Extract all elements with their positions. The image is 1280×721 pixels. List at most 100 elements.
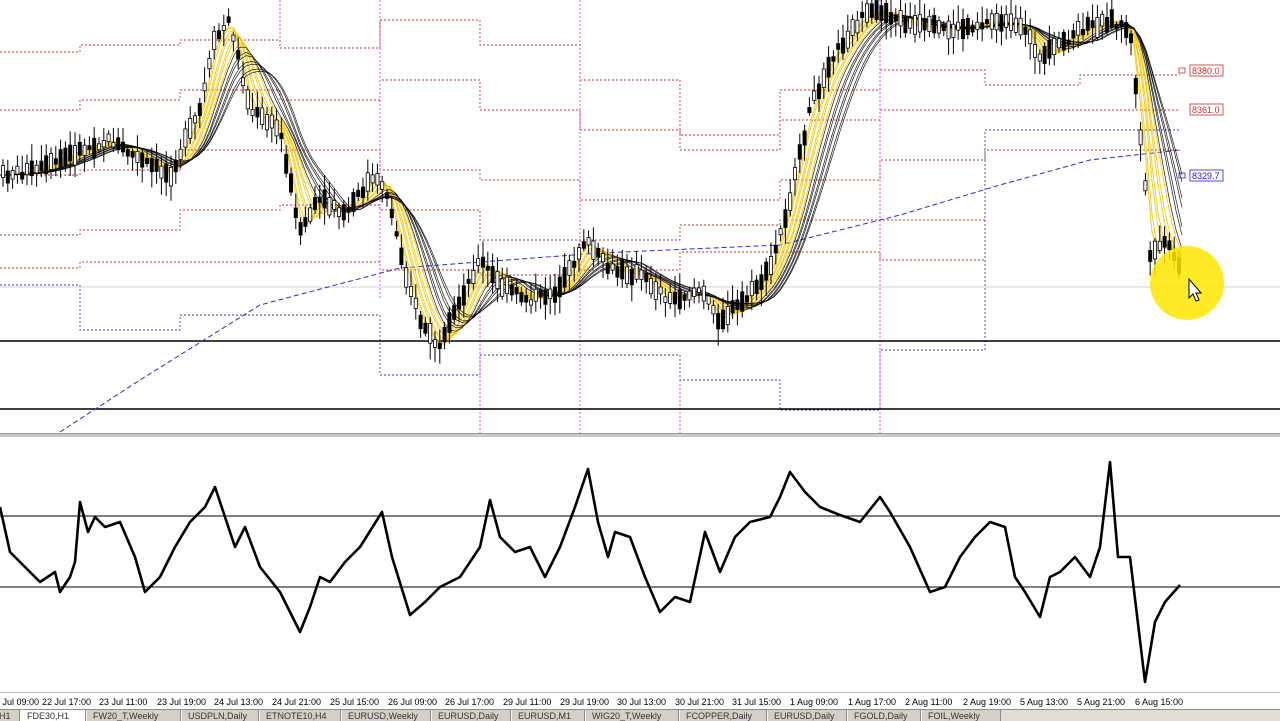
candle-body <box>807 107 812 113</box>
candle-body <box>351 192 356 213</box>
candle-body <box>797 144 802 160</box>
chart-tab[interactable]: EURUSD,Daily <box>767 710 847 721</box>
candle-body <box>730 300 735 314</box>
candle-body <box>821 68 826 88</box>
price-label-8329[interactable]: 8329.7 <box>1178 169 1224 182</box>
candle-body <box>946 20 951 40</box>
candle-body <box>20 171 25 180</box>
candle-body <box>255 107 260 118</box>
chart-tab[interactable]: ETNOTE10,H4 <box>259 710 341 721</box>
candle-body <box>380 181 385 190</box>
candle-body <box>831 56 836 62</box>
chart-tab[interactable]: USDPLN,Daily <box>181 710 259 721</box>
chart-tab[interactable]: EURUSD,Daily <box>431 710 511 721</box>
pivot-line <box>0 149 1180 201</box>
candle-body <box>197 103 202 117</box>
candle-body <box>1028 29 1033 45</box>
candle-body <box>87 145 92 150</box>
candle-body <box>913 14 918 35</box>
time-label: 1 Aug 17:00 <box>848 697 897 707</box>
candle-body <box>418 314 423 330</box>
chart-tab[interactable]: FGOLD,Daily <box>847 710 921 721</box>
candle-body <box>442 326 447 343</box>
candle-body <box>332 200 337 210</box>
candle-body <box>625 266 630 284</box>
candle-body <box>370 174 375 184</box>
candle-body <box>601 253 606 263</box>
price-chart[interactable]: 8380.0 8361.0 8329.7 <box>0 0 1280 436</box>
candle-body <box>692 287 697 298</box>
candle-body <box>1047 39 1052 59</box>
price-label-8380[interactable]: 8380.0 <box>1178 64 1224 77</box>
candle-body <box>682 294 687 301</box>
candle-body <box>697 287 702 293</box>
candle-body <box>908 17 913 29</box>
chart-tab[interactable]: EURUSD,M1 <box>511 710 585 721</box>
candle-body <box>188 118 193 139</box>
candle-body <box>769 256 774 276</box>
candle-body <box>293 207 298 219</box>
candle-body <box>937 20 942 34</box>
candle-body <box>639 269 644 281</box>
price-label-8361[interactable]: 8361.0 <box>1189 103 1224 116</box>
candle-body <box>812 90 817 101</box>
candle-body <box>269 114 274 129</box>
candle-body <box>514 286 519 295</box>
candle-body <box>231 34 236 42</box>
chart-tab[interactable]: WIG20_T,Weekly <box>585 710 679 721</box>
candle-body <box>1052 37 1057 55</box>
chart-tab[interactable]: FOIL,Weekly <box>921 710 1001 721</box>
candle-body <box>826 56 831 78</box>
chart-tab-active[interactable]: FDE30,H1 <box>20 710 86 721</box>
candle-body <box>1119 20 1124 28</box>
ribbon-ma-line <box>0 10 1183 346</box>
candle-body <box>548 288 553 300</box>
time-label: 24 Jul 13:00 <box>214 697 264 707</box>
candle-body <box>1057 38 1062 49</box>
candle-body <box>956 21 961 31</box>
chart-tab[interactable]: EURUSD,Weekly <box>341 710 431 721</box>
candle-body <box>860 11 865 19</box>
candle-body <box>53 158 58 165</box>
candle-body <box>82 144 87 156</box>
candle-body <box>264 114 269 131</box>
candle-body <box>965 17 970 36</box>
time-label: 30 Jul 21:00 <box>675 697 725 707</box>
candle-body <box>653 281 658 300</box>
candle-body <box>29 160 34 177</box>
candle-body <box>461 285 466 306</box>
chart-tab[interactable]: FW20_T,Weekly <box>86 710 181 721</box>
candle-body <box>1105 16 1110 33</box>
candle-body <box>663 296 668 303</box>
candle-body <box>154 158 159 172</box>
candle-body <box>221 24 226 31</box>
candle-body <box>236 50 241 60</box>
candle-body <box>893 14 898 22</box>
candle-body <box>308 207 313 222</box>
candle-body <box>303 217 308 227</box>
time-label: 5 Aug 13:00 <box>1020 697 1069 707</box>
candle-body <box>673 291 678 305</box>
candle-body <box>754 279 759 295</box>
candle-body <box>869 3 874 18</box>
candle-body <box>932 14 937 34</box>
candle-body <box>1085 16 1090 31</box>
candle-body <box>1066 39 1071 46</box>
candle-body <box>586 237 591 246</box>
chart-tab[interactable]: H1 <box>0 710 20 721</box>
candle-body <box>778 228 783 236</box>
candle-body <box>226 16 231 23</box>
chart-tab[interactable]: FCOPPER,Daily <box>679 710 767 721</box>
candle-body <box>476 258 481 266</box>
candle-body <box>437 342 442 350</box>
candle-body <box>173 160 178 173</box>
candle-body <box>130 151 135 158</box>
candle-body <box>970 24 975 33</box>
candle-body <box>865 3 870 23</box>
candle-body <box>980 22 985 30</box>
candle-body <box>749 280 754 297</box>
candle-body <box>620 259 625 280</box>
oscillator-pane[interactable] <box>0 437 1280 692</box>
candle-body <box>524 295 529 303</box>
candle-body <box>168 166 173 187</box>
